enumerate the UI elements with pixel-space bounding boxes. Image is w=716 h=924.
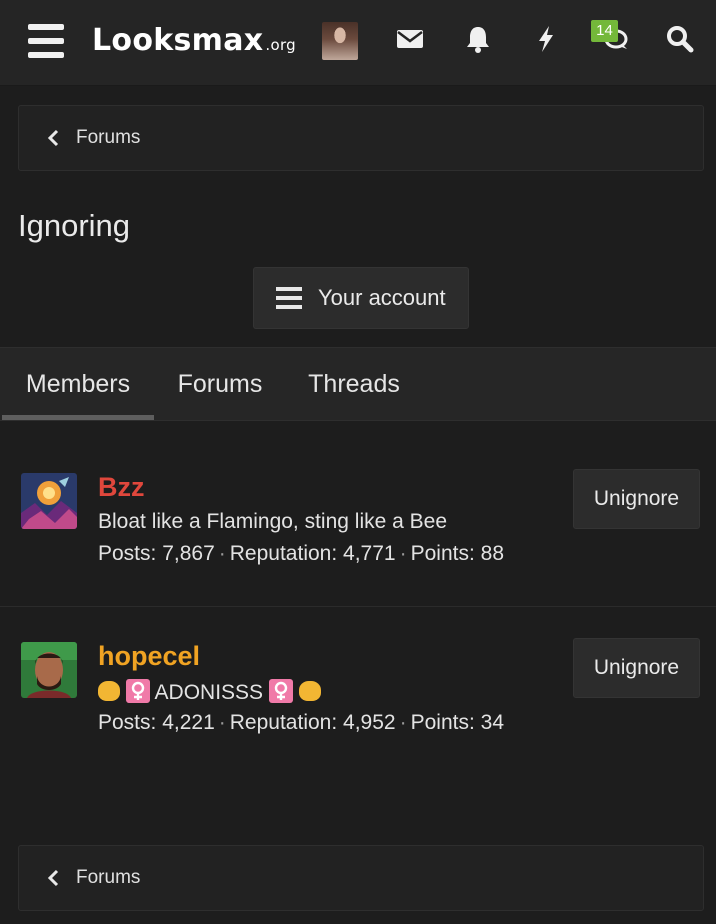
menu-lines-icon — [276, 287, 302, 309]
chevron-left-icon — [47, 129, 59, 147]
top-header: Looksmax .org 14 — [0, 0, 716, 86]
points-value: 88 — [480, 542, 504, 565]
points-label: Points: — [410, 711, 475, 734]
member-tagline: Bloat like a Flamingo, sting like a Bee — [98, 510, 448, 533]
member-stats: Posts: 7,867 · Reputation: 4,771 · Points: 8… — [98, 542, 504, 565]
reputation-label: Reputation: — [229, 542, 338, 565]
posts-label: Posts: — [98, 542, 157, 565]
tab-forums[interactable]: Forums — [160, 348, 280, 420]
notification-badge: 14 — [591, 20, 618, 42]
avatar[interactable] — [21, 642, 77, 698]
points-label: Points: — [410, 542, 475, 565]
tab-threads[interactable]: Threads — [290, 348, 418, 420]
fist-emoji-icon — [298, 681, 321, 701]
bolt-icon[interactable] — [531, 24, 561, 54]
user-avatar[interactable] — [322, 22, 358, 60]
reputation-value: 4,771 — [343, 542, 396, 565]
breadcrumb[interactable]: Forums — [18, 105, 704, 171]
reputation-value: 4,952 — [343, 711, 396, 734]
tagline-text: ADONISSS — [154, 681, 264, 704]
avatar[interactable] — [21, 473, 77, 529]
unignore-button[interactable]: Unignore — [573, 638, 700, 698]
posts-value: 7,867 — [162, 542, 215, 565]
member-stats: Posts: 4,221 · Reputation: 4,952 · Points: 3… — [98, 711, 504, 734]
reputation-label: Reputation: — [229, 711, 338, 734]
mail-icon[interactable] — [395, 24, 425, 54]
site-logo[interactable]: Looksmax .org — [92, 23, 296, 58]
your-account-label: Your account — [318, 285, 446, 310]
divider — [0, 606, 716, 607]
logo-text: Looksmax — [92, 23, 264, 58]
member-tagline: ADONISSS — [98, 679, 321, 705]
posts-label: Posts: — [98, 711, 157, 734]
chevron-left-icon — [47, 869, 59, 887]
bell-icon[interactable] — [463, 24, 493, 54]
posts-value: 4,221 — [162, 711, 215, 734]
member-name[interactable]: Bzz — [98, 472, 145, 503]
logo-tld: .org — [265, 36, 296, 54]
fist-emoji-icon — [98, 681, 120, 701]
breadcrumb-label[interactable]: Forums — [76, 867, 140, 889]
footer-breadcrumb[interactable]: Forums — [18, 845, 704, 911]
breadcrumb-label[interactable]: Forums — [76, 127, 140, 149]
points-value: 34 — [480, 711, 504, 734]
tab-members[interactable]: Members — [2, 348, 154, 420]
member-name[interactable]: hopecel — [98, 641, 200, 672]
tab-bar: Members Forums Threads — [0, 347, 716, 421]
menu-icon[interactable] — [28, 24, 64, 58]
female-sign-emoji-icon — [125, 679, 150, 703]
female-sign-emoji-icon — [268, 679, 293, 703]
search-icon[interactable] — [665, 24, 695, 54]
your-account-button[interactable]: Your account — [253, 267, 469, 329]
page-title: Ignoring — [18, 208, 131, 243]
unignore-button[interactable]: Unignore — [573, 469, 700, 529]
